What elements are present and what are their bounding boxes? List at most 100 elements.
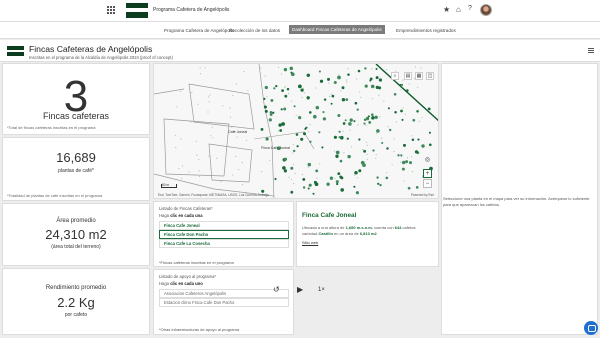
menu-icon[interactable] [588, 48, 594, 53]
plant-point-light [301, 174, 303, 176]
tab-recoleccion[interactable]: Recolección de los datos [226, 26, 283, 35]
plant-point [281, 122, 285, 126]
plant-point-light [371, 98, 374, 100]
plant-point-light [391, 164, 393, 166]
plant-point [298, 115, 302, 120]
plant-point [271, 111, 275, 115]
plant-point [284, 94, 288, 98]
list-item[interactable]: Finca Cafe Joneal [159, 221, 289, 230]
plant-point-light [247, 90, 249, 92]
plant-point-light [379, 116, 381, 118]
plant-point-light [241, 162, 243, 164]
nav-tabs: Programa Cafetera de Angelópolis Recolec… [0, 22, 600, 39]
detail-title: Finca Cafe Joneal [302, 212, 357, 219]
zoom-out-button[interactable]: − [423, 179, 432, 188]
tab-dashboard[interactable]: Dashboard Fincas Cafeteras de Angelópoli… [289, 25, 385, 34]
plant-point-light [199, 175, 201, 178]
star-icon[interactable]: ★ [443, 5, 450, 14]
plant-point-light [181, 177, 183, 179]
plant-point [371, 113, 374, 116]
plant-point-light [349, 129, 351, 131]
help-icon[interactable]: ? [468, 5, 472, 12]
locate-icon[interactable]: ◎ [423, 156, 432, 165]
website-link[interactable]: Sitio web [302, 240, 318, 245]
plant-point-light [260, 171, 263, 173]
list-item[interactable]: Finca Cafe Don Pacho [159, 230, 289, 239]
plant-point [348, 122, 352, 126]
plant-point-light [404, 113, 406, 115]
plant-point [400, 109, 403, 113]
replay-icon[interactable]: ↺ [273, 285, 280, 294]
chat-icon[interactable] [584, 321, 598, 335]
map-canvas[interactable] [154, 64, 439, 199]
play-icon[interactable]: ▶ [297, 285, 303, 294]
plant-point [341, 98, 346, 102]
map-powered-by[interactable]: Powered by Esri [411, 193, 434, 197]
plant-point [302, 177, 306, 181]
plant-point-light [386, 172, 388, 174]
plant-point [264, 85, 268, 90]
basemap-icon[interactable]: ▦ [415, 72, 423, 80]
plant-point [337, 75, 341, 80]
plant-point-light [243, 71, 245, 73]
plant-point [387, 107, 390, 110]
plant-point-light [211, 126, 213, 128]
plant-point [290, 190, 294, 194]
plant-point [302, 186, 306, 189]
map-scale: 80 m [161, 183, 177, 188]
plant-point [302, 132, 307, 136]
kpi-plantas-value: 16,689 [56, 150, 96, 165]
kpi-area-label: (área total del terreno) [51, 244, 101, 250]
plant-point [414, 150, 419, 154]
map-view[interactable]: Cafe Joneal Finca Cafe Joneal ⌕ ▤ ▦ ◫ 80… [153, 63, 439, 199]
plant-point [344, 119, 347, 122]
app-launcher-icon[interactable] [107, 6, 115, 14]
avatar[interactable] [480, 4, 492, 16]
plant-point [397, 154, 400, 157]
plant-point-light [241, 180, 243, 182]
playback-speed[interactable]: 1× [318, 287, 325, 293]
tab-emprendimientos[interactable]: Emprendimientos registrados [393, 26, 459, 35]
plant-point-light [410, 156, 413, 158]
plant-point-light [383, 100, 385, 102]
layers-icon[interactable]: ▤ [404, 72, 412, 80]
kpi-rendimiento: Rendimiento promedio 2.2 Kg por cafeto [2, 268, 150, 335]
plant-point [349, 118, 353, 122]
plant-point-light [411, 135, 413, 137]
plant-point-light [353, 174, 355, 176]
support-list-hint: Haga clic en cada uno [159, 281, 203, 286]
plant-point-light [417, 86, 419, 88]
plant-point-light [385, 69, 387, 71]
home-icon[interactable]: ⌂ [456, 5, 461, 14]
plant-point-light [198, 158, 200, 161]
map-label-cafe: Cafe Joneal [228, 130, 248, 134]
plant-point [282, 166, 286, 170]
print-icon[interactable]: ◫ [426, 72, 434, 80]
list-item[interactable]: Estacion climo Finca Cafe Don Pacho [159, 298, 289, 307]
plant-point [312, 114, 317, 119]
plant-point [286, 87, 290, 91]
plant-point [342, 122, 346, 125]
plant-point [357, 69, 361, 73]
plant-point [289, 66, 294, 71]
plant-point-light [191, 92, 193, 94]
plant-point-light [207, 96, 209, 98]
plant-point [281, 89, 284, 92]
plant-point [356, 108, 359, 111]
list-item[interactable]: Finca Cafe La Cosecha [159, 239, 289, 248]
plant-point [358, 138, 361, 141]
plant-point-light [288, 176, 290, 178]
detail-text: Ubicada a una altura de 1,680 m.s.n.m. c… [302, 225, 416, 236]
plant-point [274, 177, 277, 181]
list-item[interactable]: Asociacion Cafeteros Angelópolis [159, 289, 289, 298]
plant-point-light [290, 178, 293, 180]
plant-point-light [411, 170, 414, 173]
plant-point [326, 182, 330, 186]
plant-point [401, 118, 404, 121]
plant-point-light [292, 163, 295, 165]
plant-point [315, 105, 320, 110]
search-icon[interactable]: ⌕ [391, 72, 399, 80]
zoom-in-button[interactable]: + [423, 169, 432, 178]
plant-point [405, 160, 409, 164]
plant-point [369, 79, 372, 82]
